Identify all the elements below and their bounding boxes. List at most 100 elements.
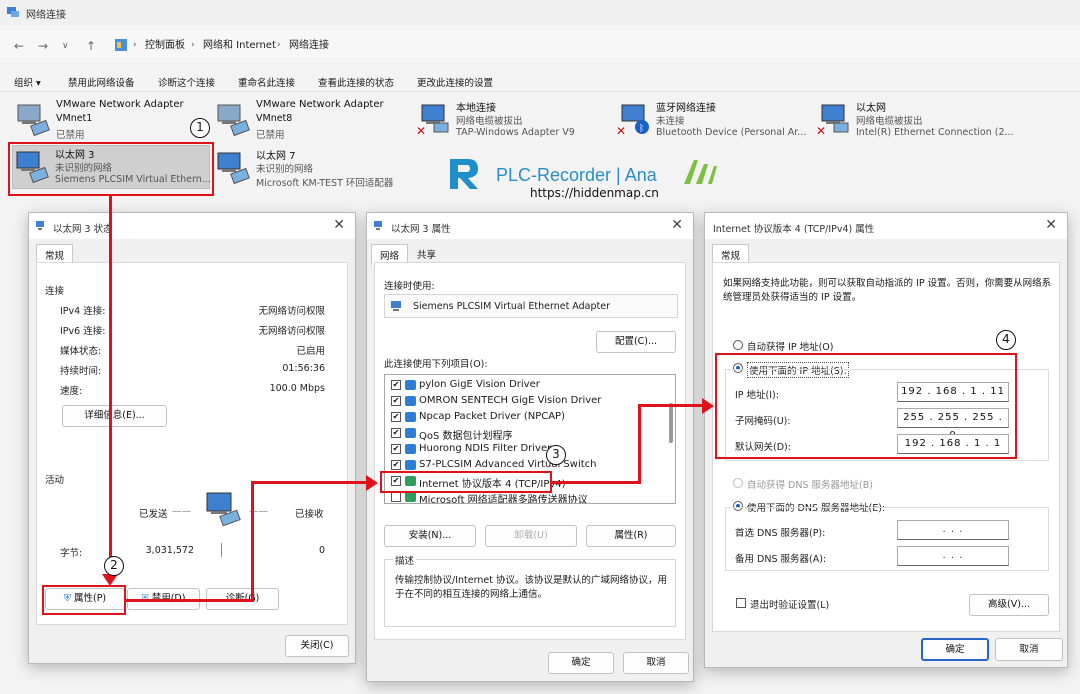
preferred-dns-label: 首选 DNS 服务器(P): — [735, 528, 826, 539]
breadcrumb-network-connections[interactable]: 网络连接 — [289, 40, 329, 52]
checkbox-checked[interactable]: ✔ — [391, 460, 401, 470]
toolbar-diagnose[interactable]: 诊断这个连接 — [158, 75, 215, 89]
connection-status: VMnet8 — [256, 113, 293, 124]
details-button[interactable]: 详细信息(E)... — [62, 405, 167, 427]
list-item[interactable]: ✔ QoS 数据包计划程序 — [391, 425, 671, 442]
connection-vmnet1[interactable]: VMware Network Adapter VMnet1 已禁用 — [14, 99, 214, 143]
adapter-name: Siemens PLCSIM Virtual Ethernet Adapter — [413, 301, 610, 312]
checkbox-checked[interactable]: ✔ — [391, 428, 401, 438]
connector-arrow-2 — [366, 475, 378, 491]
configure-button[interactable]: 配置(C)... — [596, 331, 676, 353]
connection-ethernet[interactable]: ✕ 以太网 网络电缆被拔出 Intel(R) Ethernet Connecti… — [814, 99, 1014, 143]
up-arrow-icon[interactable]: ↑ — [86, 40, 96, 52]
close-icon[interactable]: ✕ — [1045, 217, 1057, 233]
bytes-label: 字节: — [60, 548, 83, 559]
install-button[interactable]: 安装(N)... — [384, 525, 476, 547]
checkbox-checked[interactable]: ✔ — [391, 396, 401, 406]
connection-ethernet-7[interactable]: 以太网 7 未识别的网络 Microsoft KM-TEST 环回适配器 — [214, 147, 414, 191]
auto-ip-radio[interactable] — [733, 340, 743, 350]
close-button[interactable]: 关闭(C) — [285, 635, 349, 657]
connector-line-2c — [251, 481, 370, 484]
bytes-sent: 3,031,572 — [145, 545, 194, 556]
connection-bluetooth[interactable]: ᛒ ✕ 蓝牙网络连接 未连接 Bluetooth Device (Personal… — [614, 99, 814, 143]
connection-local[interactable]: ✕ 本地连接 网络电缆被拔出 TAP-Windows Adapter V9 — [414, 99, 614, 143]
breadcrumb-network-internet[interactable]: 网络和 Internet — [203, 40, 276, 52]
section-connection: 连接 — [45, 286, 65, 297]
connector-line-3b — [638, 404, 641, 484]
network-adapter-disconnected-icon: ✕ — [416, 104, 449, 137]
connection-status: VMnet1 — [56, 113, 93, 124]
step-badge-4: 4 — [996, 330, 1016, 350]
list-item[interactable]: ✔ Huorong NDIS Filter Driver — [391, 441, 671, 457]
auto-dns-radio[interactable] — [733, 478, 743, 488]
close-icon[interactable]: ✕ — [671, 217, 683, 233]
driver-icon — [405, 412, 416, 422]
list-scrollbar[interactable] — [669, 403, 673, 443]
connection-name: 以太网 — [856, 103, 886, 114]
network-adapter-disconnected-icon: ✕ — [816, 104, 849, 137]
cancel-button[interactable]: 取消 — [995, 638, 1063, 661]
properties-dialog: 以太网 3 属性 ✕ 网络 共享 连接时使用: Siemens PLCSIM V… — [366, 212, 694, 682]
connection-name: VMware Network Adapter — [56, 99, 184, 110]
section-activity: 活动 — [45, 475, 65, 486]
step-badge-2: 2 — [104, 556, 124, 576]
alternate-dns-label: 备用 DNS 服务器(A): — [735, 554, 827, 565]
status-label: IPv6 连接: — [60, 326, 106, 337]
description-text: 传输控制协议/Internet 协议。该协议是默认的广域网络协议，用于在不同的相… — [395, 575, 667, 600]
list-item[interactable]: ✔ Npcap Packet Driver (NPCAP) — [391, 409, 671, 425]
driver-icon — [405, 444, 416, 454]
item-properties-button[interactable]: 属性(R) — [586, 525, 676, 547]
auto-dns-label: 自动获得 DNS 服务器地址(B) — [747, 480, 873, 491]
status-label: 速度: — [60, 386, 83, 397]
checkbox-unchecked[interactable] — [391, 492, 401, 502]
network-adapter-icon — [217, 152, 250, 185]
uninstall-button[interactable]: 卸载(U) — [485, 525, 577, 547]
cancel-button[interactable]: 取消 — [623, 652, 689, 674]
toolbar-view-status[interactable]: 查看此连接的状态 — [318, 75, 394, 89]
checkbox-checked[interactable]: ✔ — [391, 412, 401, 422]
tab-sharing[interactable]: 共享 — [409, 244, 444, 264]
bluetooth-adapter-icon: ᛒ✕ — [616, 104, 649, 137]
forward-arrow-icon[interactable]: → — [38, 40, 48, 52]
list-item[interactable]: ✔ pylon GigE Vision Driver — [391, 377, 671, 393]
highlight-ip-settings — [715, 353, 1017, 459]
intro-text: 如果网络支持此功能，则可以获取自动指派的 IP 设置。否则，你需要从网络系统管理… — [723, 278, 1052, 303]
checkbox-checked[interactable]: ✔ — [391, 380, 401, 390]
bytes-received: 0 — [318, 545, 325, 556]
toolbar-organize[interactable]: 组织 ▾ — [14, 75, 41, 89]
status-value: 100.0 Mbps — [269, 383, 325, 394]
preferred-dns-input[interactable]: . . . — [897, 520, 1009, 540]
validate-checkbox[interactable] — [736, 598, 746, 608]
validate-label: 退出时验证设置(L) — [750, 600, 830, 611]
list-item[interactable]: ✔ OMRON SENTECH GigE Vision Driver — [391, 393, 671, 409]
checkbox-checked[interactable]: ✔ — [391, 444, 401, 454]
connection-vmnet8[interactable]: VMware Network Adapter VMnet8 已禁用 — [214, 99, 414, 143]
list-item-label: Npcap Packet Driver (NPCAP) — [419, 411, 565, 422]
connection-device: Microsoft KM-TEST 环回适配器 — [256, 178, 394, 189]
adapter-icon — [391, 301, 401, 311]
ok-button[interactable]: 确定 — [548, 652, 614, 674]
alternate-dns-input[interactable]: . . . — [897, 546, 1009, 566]
connection-name: 以太网 7 — [256, 151, 296, 162]
close-icon[interactable]: ✕ — [333, 217, 345, 233]
driver-icon — [405, 460, 416, 470]
back-arrow-icon[interactable]: ← — [14, 40, 24, 52]
toolbar-disable-device[interactable]: 禁用此网络设备 — [68, 75, 135, 89]
status-value: 无网络访问权限 — [258, 326, 325, 337]
breadcrumb-chevron-icon: › — [277, 40, 281, 50]
ok-button[interactable]: 确定 — [921, 638, 989, 661]
list-item-label: Huorong NDIS Filter Driver — [419, 443, 552, 454]
connector-line-3a — [552, 481, 640, 484]
driver-icon — [405, 396, 416, 406]
toolbar-change-settings[interactable]: 更改此连接的设置 — [417, 75, 493, 89]
chevron-down-icon[interactable]: ∨ — [62, 40, 69, 52]
sent-line: —— — [172, 506, 191, 517]
network-connections-icon — [7, 7, 19, 17]
toolbar-rename[interactable]: 重命名此连接 — [238, 75, 295, 89]
breadcrumb-control-panel[interactable]: 控制面板 — [145, 40, 185, 52]
status-value: 已启用 — [296, 346, 325, 357]
sent-label: 已发送 — [139, 509, 168, 520]
connector-line-2b — [251, 481, 254, 602]
network-icon — [374, 221, 382, 230]
advanced-button[interactable]: 高级(V)... — [969, 594, 1049, 616]
